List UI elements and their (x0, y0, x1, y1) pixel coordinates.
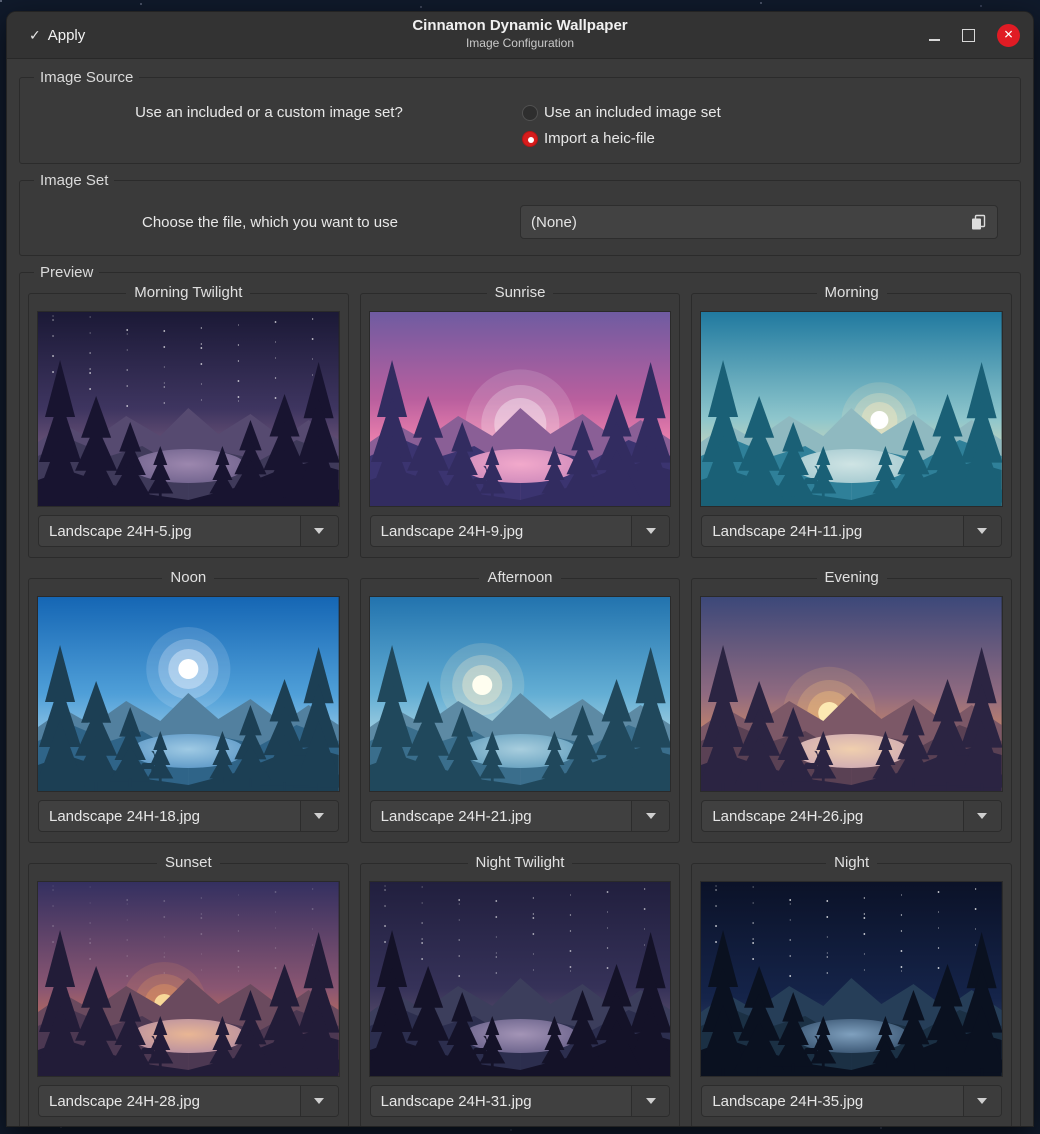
chevron-down-icon (646, 528, 656, 534)
file-copy-icon (970, 214, 987, 231)
file-chooser-value: (None) (531, 214, 970, 231)
preview-frame: Preview Morning Twilight Landscape 24H-5… (19, 272, 1021, 1126)
wallpaper-preview-image (370, 882, 671, 1076)
wallpaper-preview-image (370, 312, 671, 506)
chevron-down-icon (314, 1098, 324, 1104)
wallpaper-preview-image (701, 597, 1002, 791)
app-window: ✓ Apply Cinnamon Dynamic Wallpaper Image… (7, 12, 1033, 1126)
title-block: Cinnamon Dynamic Wallpaper Image Configu… (7, 16, 1033, 51)
image-file-combobox[interactable]: Landscape 24H-9.jpg (370, 515, 671, 547)
chevron-down-icon (646, 1098, 656, 1104)
image-set-prompt: Choose the file, which you want to use (20, 214, 520, 231)
window-controls: ✕ (929, 24, 1033, 47)
preview-cell-title: Evening (692, 569, 1011, 587)
combobox-dropdown-button[interactable] (301, 1086, 338, 1116)
image-file-combobox[interactable]: Landscape 24H-5.jpg (38, 515, 339, 547)
maximize-icon[interactable] (962, 29, 975, 42)
image-source-question: Use an included or a custom image set? (20, 104, 518, 121)
image-file-combobox[interactable]: Landscape 24H-26.jpg (701, 800, 1002, 832)
radio-label: Import a heic-file (544, 130, 655, 147)
header-bar: ✓ Apply Cinnamon Dynamic Wallpaper Image… (7, 12, 1033, 59)
preview-cell-title: Morning Twilight (29, 284, 348, 302)
window-title: Cinnamon Dynamic Wallpaper (7, 16, 1033, 36)
combobox-dropdown-button[interactable] (632, 516, 669, 546)
combobox-value: Landscape 24H-18.jpg (39, 801, 300, 831)
radio-icon (522, 105, 538, 121)
image-source-options: Use an included image set Import a heic-… (518, 104, 1020, 147)
combobox-dropdown-button[interactable] (301, 801, 338, 831)
wallpaper-preview-image (370, 597, 671, 791)
preview-grid: Morning Twilight Landscape 24H-5.jpg Sun… (20, 273, 1020, 1126)
combobox-value: Landscape 24H-21.jpg (371, 801, 632, 831)
combobox-value: Landscape 24H-11.jpg (702, 516, 963, 546)
preview-cell-title: Night (692, 854, 1011, 872)
preview-cell: Morning Landscape 24H-11.jpg (691, 293, 1012, 558)
image-file-combobox[interactable]: Landscape 24H-11.jpg (701, 515, 1002, 547)
close-icon: ✕ (1003, 29, 1013, 41)
wallpaper-preview-image (38, 597, 339, 791)
preview-cell-title: Night Twilight (361, 854, 680, 872)
radio-icon (522, 131, 538, 147)
image-file-combobox[interactable]: Landscape 24H-28.jpg (38, 1085, 339, 1117)
preview-cell-title: Morning (692, 284, 1011, 302)
preview-cell-title: Sunset (29, 854, 348, 872)
image-source-frame: Image Source Use an included or a custom… (19, 77, 1021, 164)
combobox-value: Landscape 24H-28.jpg (39, 1086, 300, 1116)
image-file-combobox[interactable]: Landscape 24H-18.jpg (38, 800, 339, 832)
chevron-down-icon (646, 813, 656, 819)
preview-cell: Afternoon Landscape 24H-21.jpg (360, 578, 681, 843)
minimize-icon[interactable] (929, 29, 940, 41)
preview-cell: Sunset Landscape 24H-28.jpg (28, 863, 349, 1126)
chevron-down-icon (977, 528, 987, 534)
image-set-legend: Image Set (34, 172, 114, 189)
window-body: Image Source Use an included or a custom… (7, 59, 1033, 1126)
chevron-down-icon (314, 528, 324, 534)
chevron-down-icon (314, 813, 324, 819)
wallpaper-preview-image (38, 882, 339, 1076)
combobox-dropdown-button[interactable] (632, 801, 669, 831)
preview-cell: Morning Twilight Landscape 24H-5.jpg (28, 293, 349, 558)
combobox-dropdown-button[interactable] (632, 1086, 669, 1116)
image-source-legend: Image Source (34, 69, 139, 86)
preview-cell: Night Landscape 24H-35.jpg (691, 863, 1012, 1126)
combobox-value: Landscape 24H-35.jpg (702, 1086, 963, 1116)
preview-legend: Preview (34, 264, 99, 281)
combobox-dropdown-button[interactable] (964, 801, 1001, 831)
preview-cell-title: Noon (29, 569, 348, 587)
image-file-combobox[interactable]: Landscape 24H-35.jpg (701, 1085, 1002, 1117)
wallpaper-preview-image (701, 312, 1002, 506)
image-set-chooser-area: (None) (520, 205, 1020, 239)
preview-cell: Sunrise Landscape 24H-9.jpg (360, 293, 681, 558)
file-chooser-button[interactable]: (None) (520, 205, 998, 239)
combobox-value: Landscape 24H-9.jpg (371, 516, 632, 546)
radio-included-image-set[interactable]: Use an included image set (522, 104, 1020, 121)
combobox-dropdown-button[interactable] (964, 1086, 1001, 1116)
preview-cell-title: Afternoon (361, 569, 680, 587)
radio-label: Use an included image set (544, 104, 721, 121)
preview-cell: Night Twilight Landscape 24H-31.jpg (360, 863, 681, 1126)
combobox-dropdown-button[interactable] (964, 516, 1001, 546)
combobox-value: Landscape 24H-5.jpg (39, 516, 300, 546)
image-file-combobox[interactable]: Landscape 24H-21.jpg (370, 800, 671, 832)
wallpaper-preview-image (38, 312, 339, 506)
apply-button-label: Apply (48, 27, 86, 44)
image-file-combobox[interactable]: Landscape 24H-31.jpg (370, 1085, 671, 1117)
preview-cell-title: Sunrise (361, 284, 680, 302)
image-set-frame: Image Set Choose the file, which you wan… (19, 180, 1021, 256)
combobox-value: Landscape 24H-31.jpg (371, 1086, 632, 1116)
close-button[interactable]: ✕ (997, 24, 1020, 47)
combobox-dropdown-button[interactable] (301, 516, 338, 546)
combobox-value: Landscape 24H-26.jpg (702, 801, 963, 831)
window-subtitle: Image Configuration (7, 36, 1033, 51)
apply-button[interactable]: ✓ Apply (21, 21, 93, 50)
wallpaper-preview-image (701, 882, 1002, 1076)
preview-cell: Noon Landscape 24H-18.jpg (28, 578, 349, 843)
chevron-down-icon (977, 1098, 987, 1104)
radio-import-heic-file[interactable]: Import a heic-file (522, 130, 1020, 147)
preview-cell: Evening Landscape 24H-26.jpg (691, 578, 1012, 843)
desktop: { "window": { "title": "Cinnamon Dynamic… (0, 0, 1040, 1134)
check-icon: ✓ (29, 27, 41, 44)
chevron-down-icon (977, 813, 987, 819)
